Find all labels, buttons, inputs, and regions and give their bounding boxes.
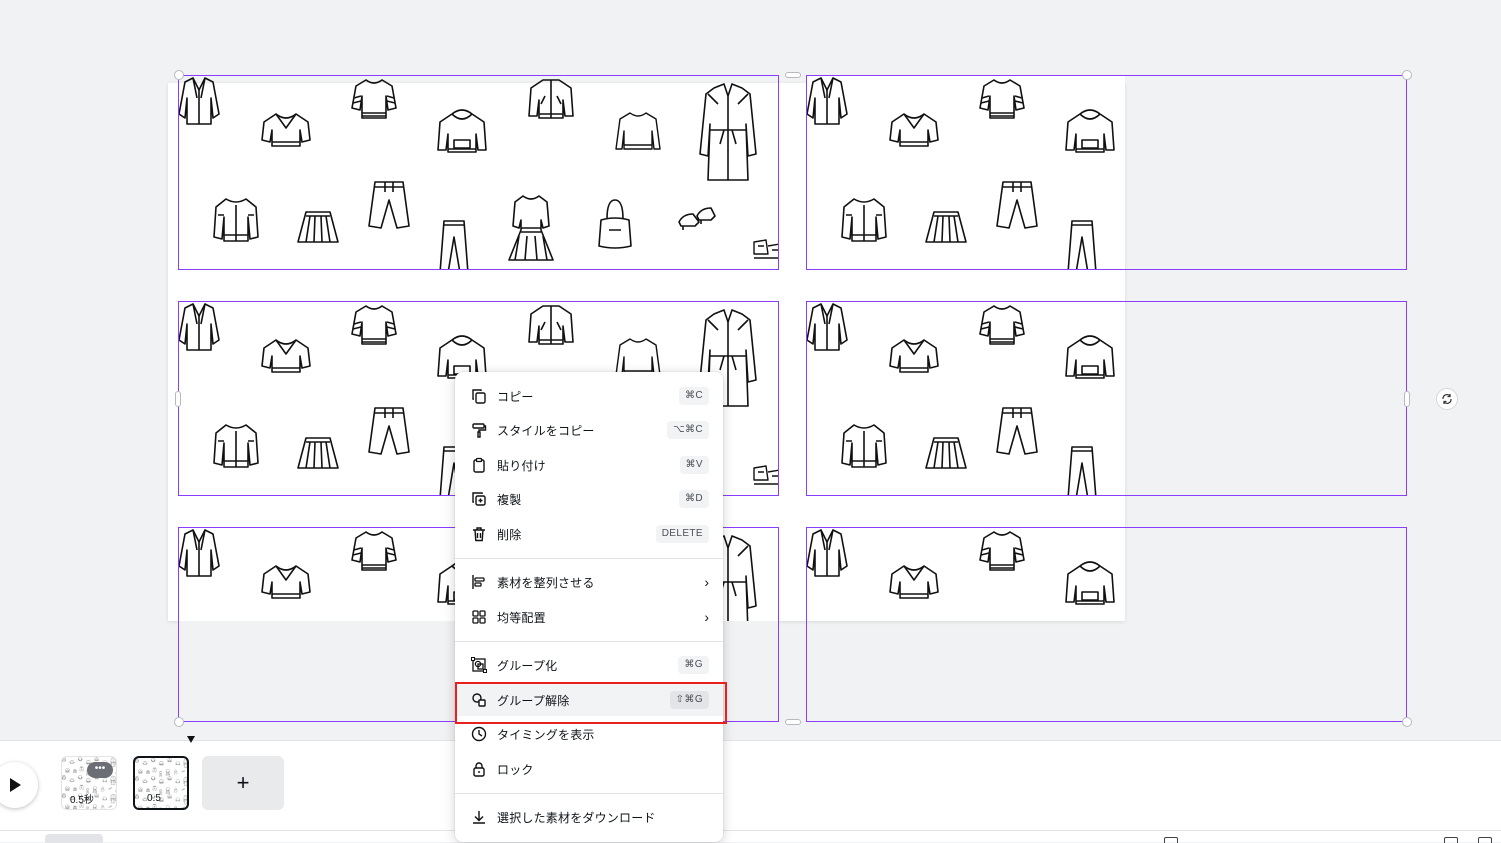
menu-item-group[interactable]: グループ化 ⌘G [455,649,723,681]
menu-item-copy[interactable]: コピー ⌘C [455,380,723,412]
clothing-pattern-image [179,76,779,270]
play-icon [10,778,21,792]
notes-icon[interactable] [1164,837,1178,843]
resize-handle-bottom[interactable] [785,719,801,725]
menu-item-paste[interactable]: 貼り付け ⌘V [455,449,723,481]
resize-handle-top-left[interactable] [174,70,184,80]
menu-item-label: 削除 [497,527,522,542]
shortcut-badge: ⌘D [678,490,709,508]
grid-icon [469,607,489,627]
resize-handle-top[interactable] [785,72,801,78]
download-icon [469,807,489,827]
menu-divider [455,793,723,794]
resize-handle-top-right[interactable] [1402,70,1412,80]
menu-item-label: 均等配置 [497,610,546,625]
menu-item-label: 複製 [497,492,522,507]
menu-item-label: 貼り付け [497,458,546,473]
menu-item-download-selected[interactable]: 選択した素材をダウンロード [455,801,723,833]
fullscreen-icon[interactable] [1478,837,1492,843]
menu-item-label: 選択した素材をダウンロード [497,810,656,825]
play-button[interactable] [0,762,38,808]
add-page-button[interactable]: + [202,756,284,810]
paint-roller-icon [469,420,489,440]
timeline-panel: ••• 0.5秒 0.5 + [0,736,1501,830]
clock-icon [469,724,489,744]
menu-divider [455,641,723,642]
menu-item-label: グループ化 [497,658,558,673]
shortcut-badge: DELETE [655,525,709,543]
pattern-tile-6[interactable] [806,527,1407,722]
menu-item-delete[interactable]: 削除 DELETE [455,518,723,550]
menu-item-ungroup[interactable]: グループ解除 ⇧⌘G [455,684,723,716]
clothing-pattern-image [807,76,1125,269]
menu-item-label: ロック [497,762,534,777]
canvas-area[interactable] [0,0,1501,740]
resize-handle-right[interactable] [1404,391,1410,407]
menu-item-label: コピー [497,389,534,404]
menu-item-show-timing[interactable]: タイミングを表示 [455,718,723,750]
menu-item-align[interactable]: 素材を整列させる › [455,566,723,598]
group-icon [469,655,489,675]
pattern-tile-1[interactable] [178,75,779,270]
page-thumbnail-2[interactable]: 0.5 [133,756,189,810]
resize-handle-bottom-right[interactable] [1402,717,1412,727]
menu-item-distribute[interactable]: 均等配置 › [455,601,723,633]
menu-item-lock[interactable]: ロック [455,753,723,785]
resize-handle-left[interactable] [175,391,181,407]
menu-item-label: 素材を整列させる [497,575,595,590]
menu-item-label: スタイルをコピー [497,423,595,438]
clothing-pattern-image [807,302,1125,495]
menu-item-label: タイミングを表示 [497,727,595,742]
shortcut-badge: ⇧⌘G [669,691,709,709]
ungroup-icon [469,690,489,710]
align-icon [469,572,489,592]
playhead-marker[interactable] [186,735,196,745]
thumbnail-image [135,758,189,810]
rotate-handle[interactable] [1436,388,1458,410]
context-menu: コピー ⌘C スタイルをコピー ⌥⌘C 貼り付け ⌘V 複製 ⌘D 削除 DEL… [455,372,723,842]
lock-icon [469,759,489,779]
menu-divider [455,558,723,559]
rotate-icon [1442,394,1452,404]
menu-item-copy-style[interactable]: スタイルをコピー ⌥⌘C [455,414,723,446]
menu-item-duplicate[interactable]: 複製 ⌘D [455,483,723,515]
page-duration: 0.5 [147,793,161,804]
shortcut-badge: ⌘V [679,456,709,474]
clipboard-icon [469,455,489,475]
pattern-tile-2[interactable] [806,75,1407,270]
footer-bar [0,830,1501,843]
shortcut-badge: ⌥⌘C [667,421,709,439]
menu-item-label: グループ解除 [497,693,570,708]
pattern-tile-4[interactable] [806,301,1407,496]
grid-view-icon[interactable] [1444,837,1458,843]
page-duration: 0.5秒 [70,795,94,806]
chevron-right-icon: › [704,609,709,625]
page-thumbnail-1[interactable]: ••• 0.5秒 [61,756,117,810]
trash-icon [469,524,489,544]
clothing-pattern-image [807,528,1125,621]
resize-handle-bottom-left[interactable] [174,717,184,727]
shortcut-badge: ⌘G [678,656,709,674]
copy-icon [469,386,489,406]
chevron-right-icon: › [704,574,709,590]
shortcut-badge: ⌘C [678,387,709,405]
duplicate-icon [469,489,489,509]
more-options-button[interactable]: ••• [87,762,113,778]
